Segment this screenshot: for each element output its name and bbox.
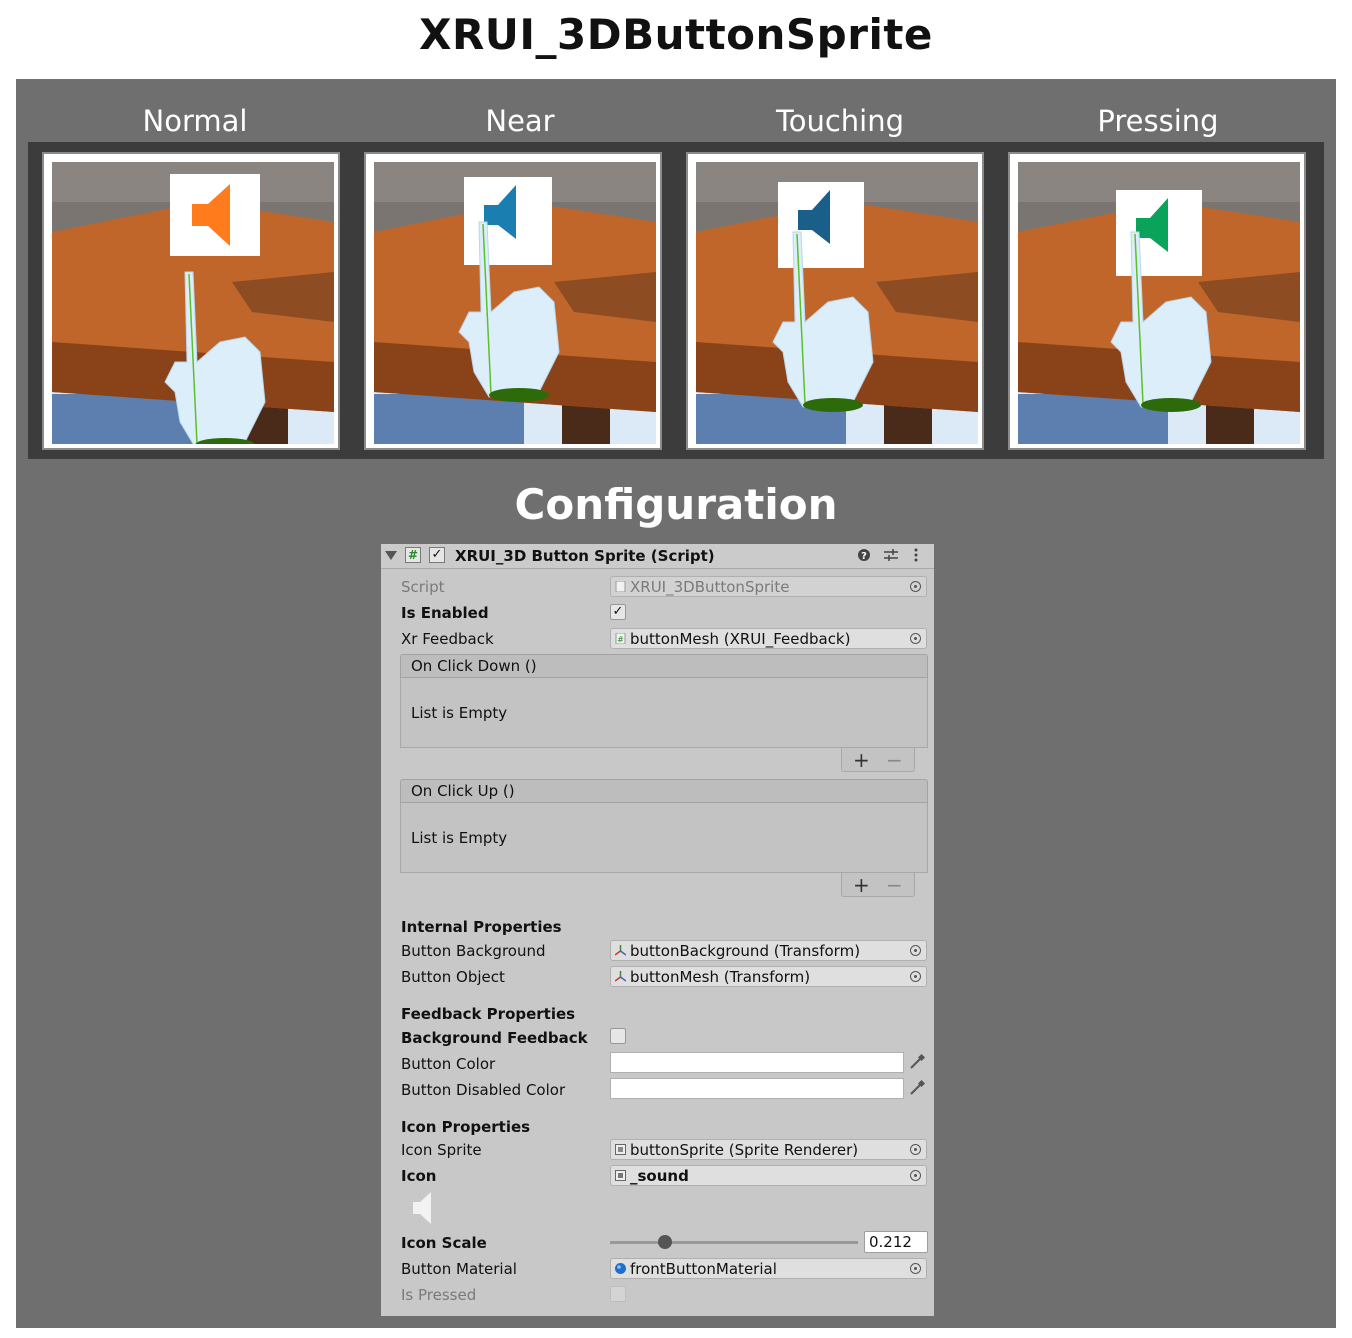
help-icon[interactable]: ? — [857, 548, 871, 562]
sprite-asset-icon — [615, 1170, 626, 1181]
button-background-value: buttonBackground (Transform) — [630, 942, 861, 960]
background-feedback-checkbox[interactable] — [610, 1028, 626, 1044]
on-click-down-header: On Click Down () — [400, 654, 928, 678]
feedback-properties-heading: Feedback Properties — [401, 1005, 576, 1023]
transform-icon — [615, 971, 626, 982]
page-title: XRUI_3DButtonSprite — [419, 10, 933, 59]
button-background-field[interactable]: buttonBackground (Transform) — [610, 940, 927, 961]
component-enabled-checkbox[interactable]: ✓ — [429, 547, 445, 563]
object-picker-icon[interactable] — [910, 633, 921, 644]
add-event-button[interactable]: + — [853, 873, 870, 897]
state-scene-illustration — [1018, 162, 1300, 444]
button-disabled-color-field[interactable] — [610, 1078, 904, 1099]
sound-sprite-preview-icon — [413, 1192, 431, 1224]
button-disabled-color-label: Button Disabled Color — [401, 1081, 566, 1099]
state-label-normal: Normal — [142, 104, 248, 138]
icon-sprite-field[interactable]: buttonSprite (Sprite Renderer) — [610, 1139, 927, 1160]
button-background-label: Button Background — [401, 942, 546, 960]
xr-feedback-value: buttonMesh (XRUI_Feedback) — [630, 630, 851, 648]
xr-feedback-field[interactable]: # buttonMesh (XRUI_Feedback) — [610, 628, 927, 649]
button-material-value: frontButtonMaterial — [630, 1260, 777, 1278]
icon-properties-heading: Icon Properties — [401, 1118, 531, 1136]
icon-scale-slider-track[interactable] — [610, 1241, 858, 1244]
button-color-field[interactable] — [610, 1052, 904, 1073]
button-material-label: Button Material — [401, 1260, 517, 1278]
preset-icon[interactable] — [883, 548, 899, 562]
remove-event-button[interactable]: − — [886, 748, 903, 772]
script-field: XRUI_3DButtonSprite — [610, 576, 927, 597]
list-empty-text: List is Empty — [411, 829, 508, 847]
button-object-value: buttonMesh (Transform) — [630, 968, 811, 986]
object-picker-icon[interactable] — [910, 1144, 921, 1155]
is-enabled-label: Is Enabled — [401, 604, 489, 622]
background-feedback-label: Background Feedback — [401, 1029, 588, 1047]
internal-properties-heading: Internal Properties — [401, 918, 562, 936]
on-click-up-list: List is Empty — [400, 803, 928, 873]
button-object-label: Button Object — [401, 968, 505, 986]
on-click-up-footer: + − — [841, 873, 915, 897]
svg-text:?: ? — [861, 551, 867, 562]
on-click-down-footer: + − — [841, 748, 915, 772]
is-pressed-label: Is Pressed — [401, 1286, 477, 1304]
state-label-pressing: Pressing — [1097, 104, 1219, 138]
state-image-near — [364, 152, 662, 450]
icon-scale-label: Icon Scale — [401, 1234, 487, 1252]
state-image-pressing — [1008, 152, 1306, 450]
on-click-down-list: List is Empty — [400, 678, 928, 748]
icon-scale-slider-thumb[interactable] — [657, 1235, 672, 1249]
icon-scale-value: 0.212 — [869, 1233, 912, 1251]
button-object-field[interactable]: buttonMesh (Transform) — [610, 966, 927, 987]
state-scene-illustration — [696, 162, 978, 444]
is-enabled-checkbox[interactable]: ✓ — [610, 604, 626, 620]
on-click-up-title: On Click Up () — [411, 782, 515, 800]
state-image-touching — [686, 152, 984, 450]
icon-sprite-value: buttonSprite (Sprite Renderer) — [630, 1141, 859, 1159]
icon-sprite-label: Icon Sprite — [401, 1141, 482, 1159]
foldout-arrow-icon[interactable] — [385, 551, 397, 561]
icon-scale-input[interactable]: 0.212 — [864, 1231, 928, 1253]
component-title: XRUI_3D Button Sprite (Script) — [455, 547, 715, 565]
script-file-icon: # — [615, 633, 626, 644]
on-click-down-title: On Click Down () — [411, 657, 537, 675]
list-empty-text: List is Empty — [411, 704, 508, 722]
icon-field[interactable]: _sound — [610, 1165, 927, 1186]
state-scene-illustration — [374, 162, 656, 444]
object-picker-icon[interactable] — [910, 1170, 921, 1181]
icon-value: _sound — [630, 1167, 689, 1185]
svg-text:#: # — [617, 635, 624, 644]
script-hash-icon: # — [405, 547, 421, 563]
eyedropper-icon[interactable] — [908, 1053, 926, 1071]
object-picker-icon[interactable] — [910, 1263, 921, 1274]
object-picker-icon[interactable] — [910, 945, 921, 956]
component-header: # ✓ XRUI_3D Button Sprite (Script) ? — [381, 544, 934, 569]
script-value: XRUI_3DButtonSprite — [630, 578, 790, 596]
state-label-near: Near — [485, 104, 555, 138]
icon-label: Icon — [401, 1167, 437, 1185]
object-picker-icon[interactable] — [910, 971, 921, 982]
object-picker-icon — [910, 581, 921, 592]
script-label: Script — [401, 578, 445, 596]
xr-feedback-label: Xr Feedback — [401, 630, 494, 648]
configuration-title: Configuration — [514, 480, 838, 529]
eyedropper-icon[interactable] — [908, 1079, 926, 1097]
on-click-up-header: On Click Up () — [400, 779, 928, 803]
kebab-menu-icon[interactable] — [913, 548, 919, 564]
is-pressed-checkbox — [610, 1286, 626, 1302]
state-scene-illustration — [52, 162, 334, 444]
button-color-label: Button Color — [401, 1055, 496, 1073]
sprite-renderer-icon — [615, 1144, 626, 1155]
transform-icon — [615, 945, 626, 956]
add-event-button[interactable]: + — [853, 748, 870, 772]
state-label-touching: Touching — [775, 104, 905, 138]
state-image-normal — [42, 152, 340, 450]
material-sphere-icon — [615, 1263, 626, 1274]
remove-event-button[interactable]: − — [886, 873, 903, 897]
inspector-component: # ✓ XRUI_3D Button Sprite (Script) ? Scr… — [381, 544, 934, 1316]
script-file-icon — [615, 581, 626, 592]
button-material-field[interactable]: frontButtonMaterial — [610, 1258, 927, 1279]
